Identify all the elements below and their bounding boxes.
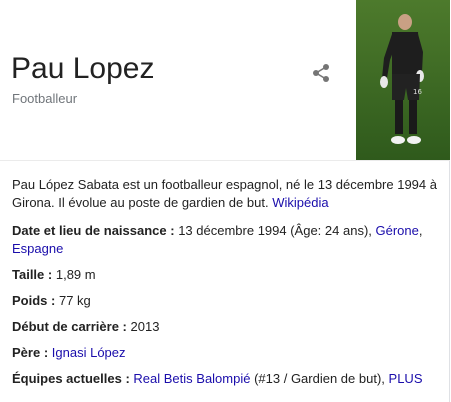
header-divider (0, 160, 450, 161)
father-link[interactable]: Ignasi López (52, 345, 126, 360)
birth-country-link[interactable]: Espagne (12, 241, 63, 256)
team-link[interactable]: Real Betis Balompié (133, 371, 250, 386)
fact-career-start-label: Début de carrière (12, 319, 119, 334)
fact-height-value: 1,89 m (55, 267, 96, 282)
fact-father: Père : Ignasi López (12, 345, 126, 360)
facts-list: Date et lieu de naissance : 13 décembre … (12, 222, 440, 388)
description-text: Pau López Sabata est un footballeur espa… (12, 177, 437, 210)
fact-weight-value: 77 kg (58, 293, 91, 308)
fact-father-label: Père (12, 345, 41, 360)
entity-title: Pau Lopez (11, 52, 155, 85)
share-icon[interactable] (310, 62, 332, 84)
team-detail: (#13 / Gardien de but), (254, 371, 385, 386)
fact-birth-value: 13 décembre 1994 (Âge: 24 ans), (178, 223, 372, 238)
fact-height-label: Taille (12, 267, 45, 282)
wikipedia-link[interactable]: Wikipédia (272, 195, 328, 210)
more-teams-link[interactable]: PLUS (389, 371, 423, 386)
fact-teams-label: Équipes actuelles (12, 371, 122, 386)
fact-career-start-value: 2013 (130, 319, 160, 334)
fact-birth-label: Date et lieu de naissance (12, 223, 167, 238)
player-photo[interactable]: 16 (356, 0, 450, 160)
panel-body: Pau López Sabata est un footballeur espa… (12, 176, 440, 396)
fact-career-start: Début de carrière : 2013 (12, 319, 160, 334)
entity-subtitle: Footballeur (12, 91, 78, 106)
knowledge-panel: Pau Lopez Footballeur 16 Pau López Sabat… (0, 0, 450, 402)
entity-description: Pau López Sabata est un footballeur espa… (12, 176, 440, 212)
fact-height: Taille : 1,89 m (12, 267, 96, 282)
birth-city-link[interactable]: Gérone (376, 223, 419, 238)
svg-text:16: 16 (413, 88, 422, 96)
fact-teams: Équipes actuelles : Real Betis Balompié … (12, 371, 423, 386)
panel-header: Pau Lopez Footballeur 16 (0, 0, 450, 160)
fact-birth: Date et lieu de naissance : 13 décembre … (12, 223, 423, 256)
fact-weight: Poids : 77 kg (12, 293, 91, 308)
fact-weight-label: Poids (12, 293, 48, 308)
